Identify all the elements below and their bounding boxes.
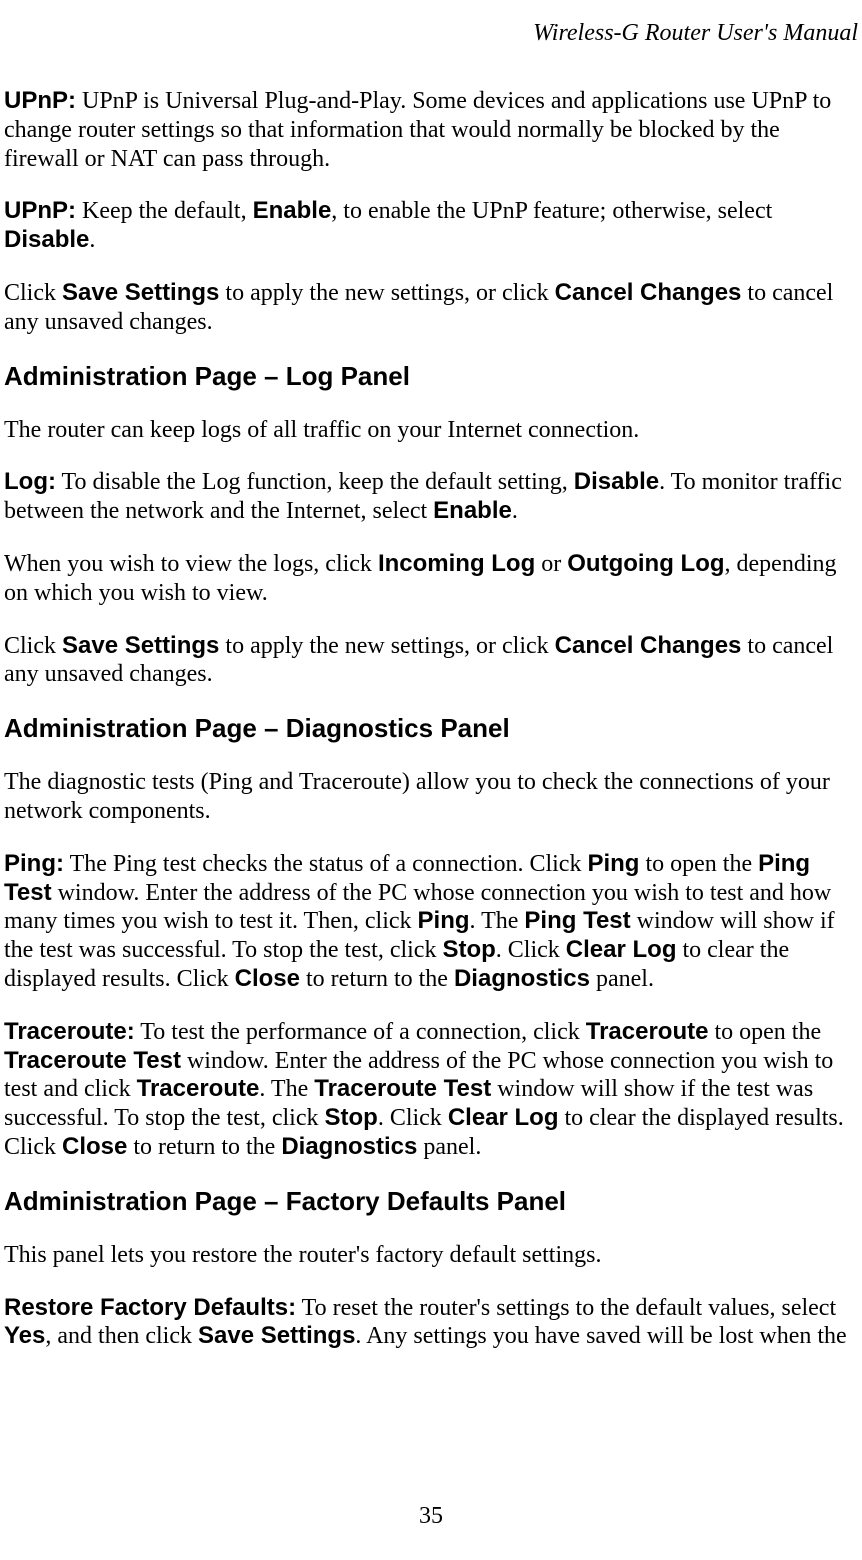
cancel-changes-word: Cancel Changes bbox=[555, 279, 742, 306]
t: to open the bbox=[639, 851, 758, 877]
paragraph-save-2: Click Save Settings to apply the new set… bbox=[4, 632, 858, 690]
page-footer: 35 bbox=[0, 1503, 862, 1530]
t: . Any settings you have saved will be lo… bbox=[355, 1323, 846, 1349]
diagnostics-word: Diagnostics bbox=[454, 965, 590, 992]
clear-log-word: Clear Log bbox=[566, 936, 677, 963]
t: The Ping test checks the status of a con… bbox=[64, 851, 587, 877]
ping-word: Ping bbox=[418, 907, 470, 934]
t: to apply the new settings, or click bbox=[219, 633, 554, 659]
paragraph-ping: Ping: The Ping test checks the status of… bbox=[4, 850, 858, 994]
heading-log-panel: Administration Page – Log Panel bbox=[4, 361, 858, 392]
paragraph-upnp-intro: UPnP: UPnP is Universal Plug-and-Play. S… bbox=[4, 87, 858, 173]
stop-word: Stop bbox=[442, 936, 495, 963]
enable-word: Enable bbox=[253, 197, 332, 224]
diagnostics-word: Diagnostics bbox=[281, 1133, 417, 1160]
t: Click bbox=[4, 633, 62, 659]
outgoing-log-word: Outgoing Log bbox=[567, 550, 724, 577]
t: to open the bbox=[708, 1019, 821, 1045]
traceroute-word: Traceroute bbox=[586, 1018, 709, 1045]
upnp-label-2: UPnP: bbox=[4, 197, 76, 224]
page-number: 35 bbox=[419, 1503, 443, 1529]
paragraph-factory-intro: This panel lets you restore the router's… bbox=[4, 1241, 858, 1270]
t: To disable the Log function, keep the de… bbox=[56, 469, 574, 495]
paragraph-diagnostics-intro: The diagnostic tests (Ping and Tracerout… bbox=[4, 768, 858, 826]
page: Wireless-G Router User's Manual UPnP: UP… bbox=[0, 0, 862, 1560]
t: , and then click bbox=[45, 1323, 198, 1349]
t: to return to the bbox=[127, 1134, 281, 1160]
page-header: Wireless-G Router User's Manual bbox=[4, 20, 858, 47]
t: to apply the new settings, or click bbox=[219, 280, 554, 306]
heading-factory-defaults-panel: Administration Page – Factory Defaults P… bbox=[4, 1186, 858, 1217]
t: To reset the router's settings to the de… bbox=[296, 1295, 836, 1321]
close-word: Close bbox=[62, 1133, 127, 1160]
t: . The bbox=[259, 1076, 314, 1102]
heading-diagnostics-panel: Administration Page – Diagnostics Panel bbox=[4, 713, 858, 744]
restore-label: Restore Factory Defaults: bbox=[4, 1294, 296, 1321]
close-word: Close bbox=[235, 965, 300, 992]
t: . Click bbox=[378, 1105, 448, 1131]
t: to return to the bbox=[300, 966, 454, 992]
save-settings-word: Save Settings bbox=[198, 1322, 355, 1349]
upnp-label: UPnP: bbox=[4, 87, 76, 114]
t: . The bbox=[470, 908, 525, 934]
t: Keep the default, bbox=[76, 198, 253, 224]
disable-word: Disable bbox=[574, 468, 659, 495]
enable-word: Enable bbox=[433, 497, 512, 524]
t: Click bbox=[4, 280, 62, 306]
save-settings-word: Save Settings bbox=[62, 632, 219, 659]
t: . Click bbox=[496, 937, 566, 963]
t: When you wish to view the logs, click bbox=[4, 551, 378, 577]
ping-test-word: Ping Test bbox=[524, 907, 630, 934]
paragraph-restore-defaults: Restore Factory Defaults: To reset the r… bbox=[4, 1294, 858, 1352]
paragraph-save-1: Click Save Settings to apply the new set… bbox=[4, 279, 858, 337]
clear-log-word: Clear Log bbox=[448, 1104, 559, 1131]
t: To test the performance of a connection,… bbox=[135, 1019, 586, 1045]
t: panel. bbox=[590, 966, 654, 992]
paragraph-upnp-setting: UPnP: Keep the default, Enable, to enabl… bbox=[4, 197, 858, 255]
t: panel. bbox=[417, 1134, 481, 1160]
traceroute-test-word: Traceroute Test bbox=[4, 1047, 181, 1074]
paragraph-view-logs: When you wish to view the logs, click In… bbox=[4, 550, 858, 608]
manual-title: Wireless-G Router User's Manual bbox=[533, 20, 858, 46]
ping-label: Ping: bbox=[4, 850, 64, 877]
t: or bbox=[535, 551, 567, 577]
save-settings-word: Save Settings bbox=[62, 279, 219, 306]
yes-word: Yes bbox=[4, 1322, 45, 1349]
paragraph-traceroute: Traceroute: To test the performance of a… bbox=[4, 1018, 858, 1162]
traceroute-word: Traceroute bbox=[137, 1075, 260, 1102]
log-label: Log: bbox=[4, 468, 56, 495]
upnp-intro-text: UPnP is Universal Plug-and-Play. Some de… bbox=[4, 88, 831, 172]
t: . bbox=[512, 498, 518, 524]
incoming-log-word: Incoming Log bbox=[378, 550, 535, 577]
traceroute-test-word: Traceroute Test bbox=[314, 1075, 491, 1102]
traceroute-label: Traceroute: bbox=[4, 1018, 135, 1045]
disable-word: Disable bbox=[4, 226, 89, 253]
paragraph-log-setting: Log: To disable the Log function, keep t… bbox=[4, 468, 858, 526]
cancel-changes-word: Cancel Changes bbox=[555, 632, 742, 659]
paragraph-log-intro: The router can keep logs of all traffic … bbox=[4, 416, 858, 445]
t: , to enable the UPnP feature; otherwise,… bbox=[331, 198, 772, 224]
stop-word: Stop bbox=[324, 1104, 377, 1131]
t: . bbox=[89, 227, 95, 253]
ping-word: Ping bbox=[587, 850, 639, 877]
